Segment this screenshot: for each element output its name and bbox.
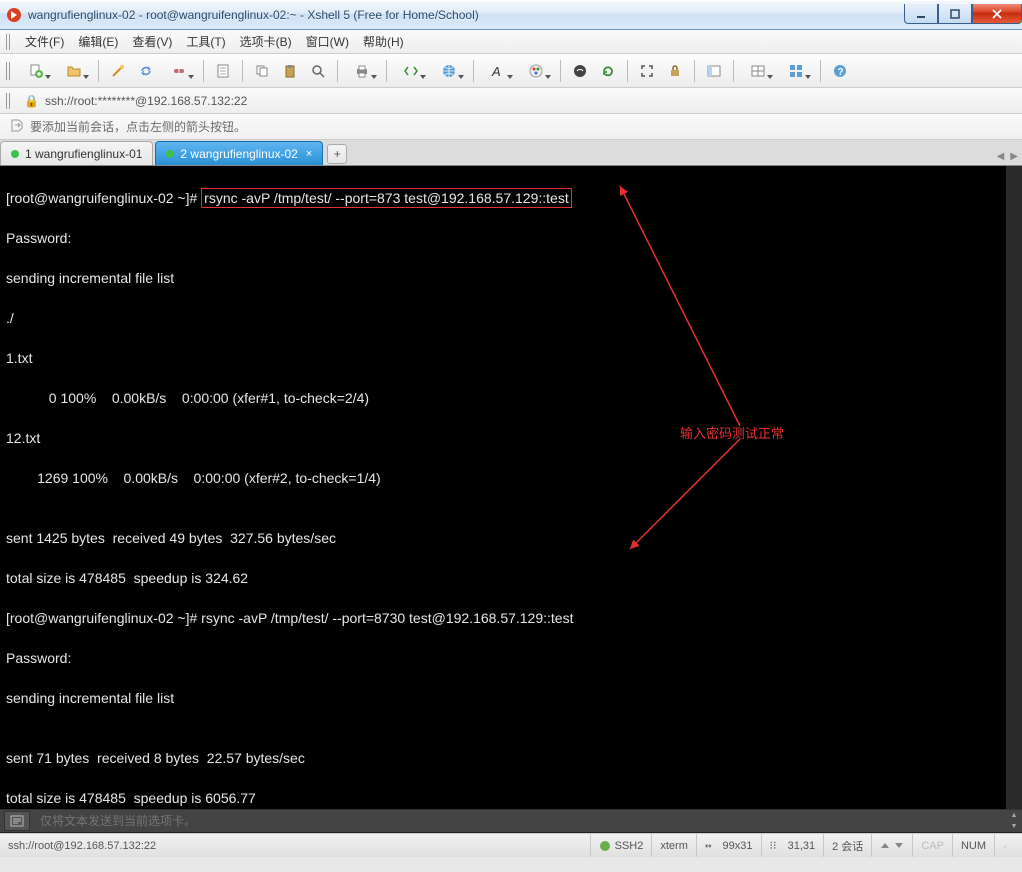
menu-view[interactable]: 查看(V) bbox=[125, 30, 179, 53]
session-url[interactable]: ssh://root:********@192.168.57.132:22 bbox=[45, 94, 247, 108]
paste-icon[interactable] bbox=[277, 58, 303, 84]
session-tabs: 1 wangrufienglinux-01 2 wangrufienglinux… bbox=[0, 140, 1022, 166]
highlighted-command-1: rsync -avP /tmp/test/ --port=873 test@19… bbox=[201, 188, 572, 208]
status-pos: ⁝⁝ 31,31 bbox=[761, 834, 824, 857]
help-icon[interactable]: ? bbox=[827, 58, 853, 84]
menu-bar: 文件(F) 编辑(E) 查看(V) 工具(T) 选项卡(B) 窗口(W) 帮助(… bbox=[0, 30, 1022, 54]
annotation-text: 输入密码测试正常 bbox=[680, 424, 784, 444]
add-tab-button[interactable]: + bbox=[327, 144, 347, 164]
compose-bar: ▲ ▼ bbox=[0, 809, 1022, 833]
properties-icon[interactable] bbox=[210, 58, 236, 84]
status-num: NUM bbox=[952, 834, 994, 857]
open-folder-icon[interactable] bbox=[56, 58, 92, 84]
status-size: ↔ 99x31 bbox=[696, 834, 761, 857]
tab-scroll-left-icon[interactable]: ◀ bbox=[997, 151, 1005, 162]
compose-input[interactable] bbox=[34, 810, 1006, 832]
status-ssh: SSH2 bbox=[590, 834, 652, 857]
print-icon[interactable] bbox=[344, 58, 380, 84]
compose-scroll-up[interactable]: ▲ bbox=[1006, 810, 1022, 821]
toolbar: A ? bbox=[0, 54, 1022, 88]
window-title: wangrufienglinux-02 - root@wangruifengli… bbox=[28, 8, 904, 22]
terminal-scrollbar[interactable] bbox=[1006, 166, 1022, 809]
nav-arrows-icon[interactable] bbox=[393, 58, 429, 84]
menu-tabs[interactable]: 选项卡(B) bbox=[233, 30, 299, 53]
status-updown[interactable] bbox=[871, 834, 912, 857]
wand-icon[interactable] bbox=[105, 58, 131, 84]
svg-text:A: A bbox=[491, 64, 501, 79]
grip-icon bbox=[6, 62, 12, 80]
maximize-button[interactable] bbox=[938, 4, 972, 24]
shield-icon bbox=[599, 840, 611, 852]
status-dot-icon bbox=[11, 150, 19, 158]
globe-icon[interactable] bbox=[431, 58, 467, 84]
menu-edit[interactable]: 编辑(E) bbox=[71, 30, 125, 53]
app-icon bbox=[6, 7, 22, 23]
info-text: 要添加当前会话，点击左侧的箭头按钮。 bbox=[30, 118, 246, 135]
disconnect-icon[interactable] bbox=[161, 58, 197, 84]
close-tab-icon[interactable]: × bbox=[306, 148, 312, 160]
menu-file[interactable]: 文件(F) bbox=[18, 30, 71, 53]
menu-window[interactable]: 窗口(W) bbox=[299, 30, 356, 53]
close-button[interactable] bbox=[972, 4, 1022, 24]
terminal-output[interactable]: [root@wangruifenglinux-02 ~]# rsync -avP… bbox=[0, 166, 1022, 809]
bookmark-arrow-icon[interactable] bbox=[10, 118, 24, 135]
lock-icon: 🔒 bbox=[24, 94, 39, 108]
grip-icon bbox=[6, 93, 12, 109]
menu-tools[interactable]: 工具(T) bbox=[179, 30, 232, 53]
status-dot-icon bbox=[166, 150, 174, 158]
copy-icon[interactable] bbox=[249, 58, 275, 84]
sidebar-icon[interactable] bbox=[701, 58, 727, 84]
xagent-icon[interactable] bbox=[567, 58, 593, 84]
color-palette-icon[interactable] bbox=[518, 58, 554, 84]
font-icon[interactable]: A bbox=[480, 58, 516, 84]
menu-help[interactable]: 帮助(H) bbox=[356, 30, 411, 53]
status-bar: ssh://root@192.168.57.132:22 SSH2 xterm … bbox=[0, 833, 1022, 857]
fullscreen-icon[interactable] bbox=[634, 58, 660, 84]
status-sessions: 2 会话 bbox=[823, 834, 871, 857]
tab-session-2[interactable]: 2 wangrufienglinux-02 × bbox=[155, 141, 323, 165]
reconnect-icon[interactable] bbox=[133, 58, 159, 84]
info-bar: 要添加当前会话，点击左侧的箭头按钮。 bbox=[0, 114, 1022, 140]
address-bar: 🔒 ssh://root:********@192.168.57.132:22 bbox=[0, 88, 1022, 114]
refresh-icon[interactable] bbox=[595, 58, 621, 84]
minimize-button[interactable] bbox=[904, 4, 938, 24]
tab-label: 2 wangrufienglinux-02 bbox=[180, 147, 297, 161]
find-icon[interactable] bbox=[305, 58, 331, 84]
window-titlebar: wangrufienglinux-02 - root@wangruifengli… bbox=[0, 0, 1022, 30]
tab-session-1[interactable]: 1 wangrufienglinux-01 bbox=[0, 141, 153, 165]
tiles-icon[interactable] bbox=[778, 58, 814, 84]
status-cap: CAP bbox=[912, 834, 952, 857]
new-file-icon[interactable] bbox=[18, 58, 54, 84]
svg-text:?: ? bbox=[838, 67, 844, 78]
layout-icon[interactable] bbox=[740, 58, 776, 84]
tab-label: 1 wangrufienglinux-01 bbox=[25, 147, 142, 161]
status-connection: ssh://root@192.168.57.132:22 bbox=[8, 840, 156, 852]
compose-mode-icon[interactable] bbox=[4, 811, 30, 831]
grip-icon bbox=[6, 34, 12, 50]
status-term: xterm bbox=[651, 834, 696, 857]
resize-grip-icon[interactable] bbox=[994, 834, 1014, 857]
compose-scroll-down[interactable]: ▼ bbox=[1006, 821, 1022, 832]
tab-scroll-right-icon[interactable]: ▶ bbox=[1010, 151, 1018, 162]
lock-icon[interactable] bbox=[662, 58, 688, 84]
